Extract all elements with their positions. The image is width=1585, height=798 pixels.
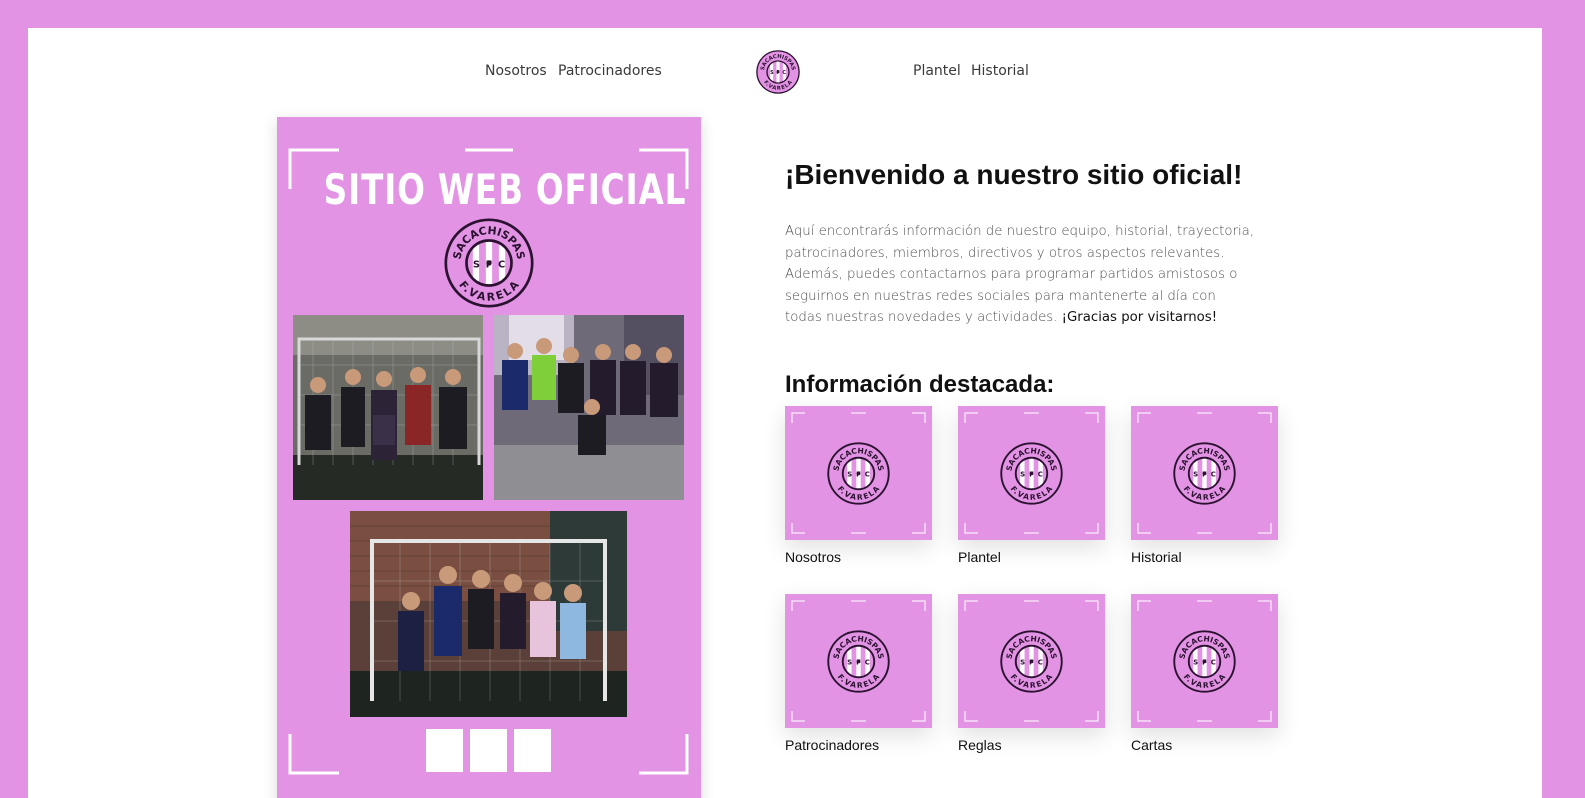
team-photo-3 — [350, 511, 627, 717]
svg-text:S: S — [1020, 659, 1025, 667]
card-club-logo: SACACHISPAS F.VARELA S F C — [1000, 630, 1063, 693]
svg-text:S: S — [847, 471, 852, 479]
card-image: SACACHISPAS F.VARELA S F C — [958, 594, 1105, 728]
svg-text:C: C — [865, 471, 870, 479]
team-photo-1 — [293, 315, 483, 500]
card-label: Nosotros — [785, 549, 842, 565]
svg-text:F: F — [1202, 471, 1207, 479]
svg-text:C: C — [1038, 659, 1043, 667]
svg-text:S: S — [1193, 471, 1198, 479]
card-club-logo: SACACHISPAS F.VARELA S F C — [827, 442, 890, 505]
svg-text:F: F — [856, 659, 861, 667]
card-nosotros[interactable]: SACACHISPAS F.VARELA S F C Nosotros — [785, 406, 932, 565]
nav-link-historial[interactable]: Historial — [971, 63, 1029, 79]
card-image: SACACHISPAS F.VARELA S F C — [1131, 406, 1278, 540]
card-patrocinadores[interactable]: SACACHISPAS F.VARELA S F C Patrocinadore… — [785, 594, 932, 753]
card-cartas[interactable]: SACACHISPAS F.VARELA S F C Cartas — [1131, 594, 1278, 753]
card-club-logo: SACACHISPAS F.VARELA S F C — [1000, 442, 1063, 505]
svg-text:C: C — [1211, 471, 1216, 479]
card-club-logo: SACACHISPAS F.VARELA S F C — [1173, 630, 1236, 693]
svg-text:C: C — [1038, 471, 1043, 479]
svg-text:S: S — [1020, 471, 1025, 479]
card-label: Reglas — [958, 737, 1002, 753]
svg-text:F: F — [1202, 659, 1207, 667]
featured-heading: Información destacada: — [785, 371, 1055, 398]
svg-text:F: F — [1029, 471, 1034, 479]
thanks-text: ¡Gracias por visitarnos! — [1061, 310, 1218, 325]
svg-text:C: C — [1211, 659, 1216, 667]
svg-text:C: C — [865, 659, 870, 667]
svg-text:C: C — [498, 260, 505, 271]
svg-text:F: F — [1029, 659, 1034, 667]
club-logo[interactable]: SACACHISPAS F.VARELA S F C — [756, 50, 800, 94]
page-frame: Nosotros Patrocinadores SACACHISPAS F.VA… — [28, 28, 1542, 798]
hero-title: SITIO WEB OFICIAL — [323, 165, 687, 214]
carousel-dot-2[interactable] — [470, 729, 507, 772]
card-label: Historial — [1131, 549, 1182, 565]
svg-text:S: S — [1193, 659, 1198, 667]
nav-link-nosotros[interactable]: Nosotros — [485, 63, 547, 79]
card-club-logo: SACACHISPAS F.VARELA S F C — [1173, 442, 1236, 505]
carousel-dot-3[interactable] — [514, 729, 551, 772]
card-plantel[interactable]: SACACHISPAS F.VARELA S F C Plantel — [958, 406, 1105, 565]
card-club-logo: SACACHISPAS F.VARELA S F C — [827, 630, 890, 693]
svg-text:F: F — [856, 471, 861, 479]
svg-text:S: S — [770, 70, 774, 76]
card-reglas[interactable]: SACACHISPAS F.VARELA S F C Reglas — [958, 594, 1105, 753]
welcome-heading: ¡Bienvenido a nuestro sitio oficial! — [785, 159, 1243, 190]
card-historial[interactable]: SACACHISPAS F.VARELA S F C Historial — [1131, 406, 1278, 565]
card-label: Plantel — [958, 549, 1001, 565]
card-label: Patrocinadores — [785, 737, 880, 753]
card-image: SACACHISPAS F.VARELA S F C — [785, 406, 932, 540]
nav-link-plantel[interactable]: Plantel — [913, 63, 961, 79]
hero-club-logo: SACACHISPAS F.VARELA S F C — [444, 218, 534, 308]
svg-text:F: F — [776, 70, 779, 76]
card-image: SACACHISPAS F.VARELA S F C — [958, 406, 1105, 540]
intro-paragraph: Aquí encontrarás información de nuestro … — [785, 221, 1255, 329]
svg-text:F: F — [486, 260, 493, 271]
nav-link-patrocinadores[interactable]: Patrocinadores — [558, 63, 662, 79]
carousel-dot-1[interactable] — [426, 729, 463, 772]
svg-text:S: S — [847, 659, 852, 667]
svg-text:C: C — [782, 70, 786, 76]
carousel-dots — [426, 729, 551, 772]
card-label: Cartas — [1131, 737, 1173, 753]
svg-text:S: S — [473, 260, 480, 271]
card-image: SACACHISPAS F.VARELA S F C — [785, 594, 932, 728]
team-photo-2 — [494, 315, 684, 500]
card-image: SACACHISPAS F.VARELA S F C — [1131, 594, 1278, 728]
hero-card: SITIO WEB OFICIAL SACACHISPAS F.VARELA S… — [277, 117, 701, 798]
